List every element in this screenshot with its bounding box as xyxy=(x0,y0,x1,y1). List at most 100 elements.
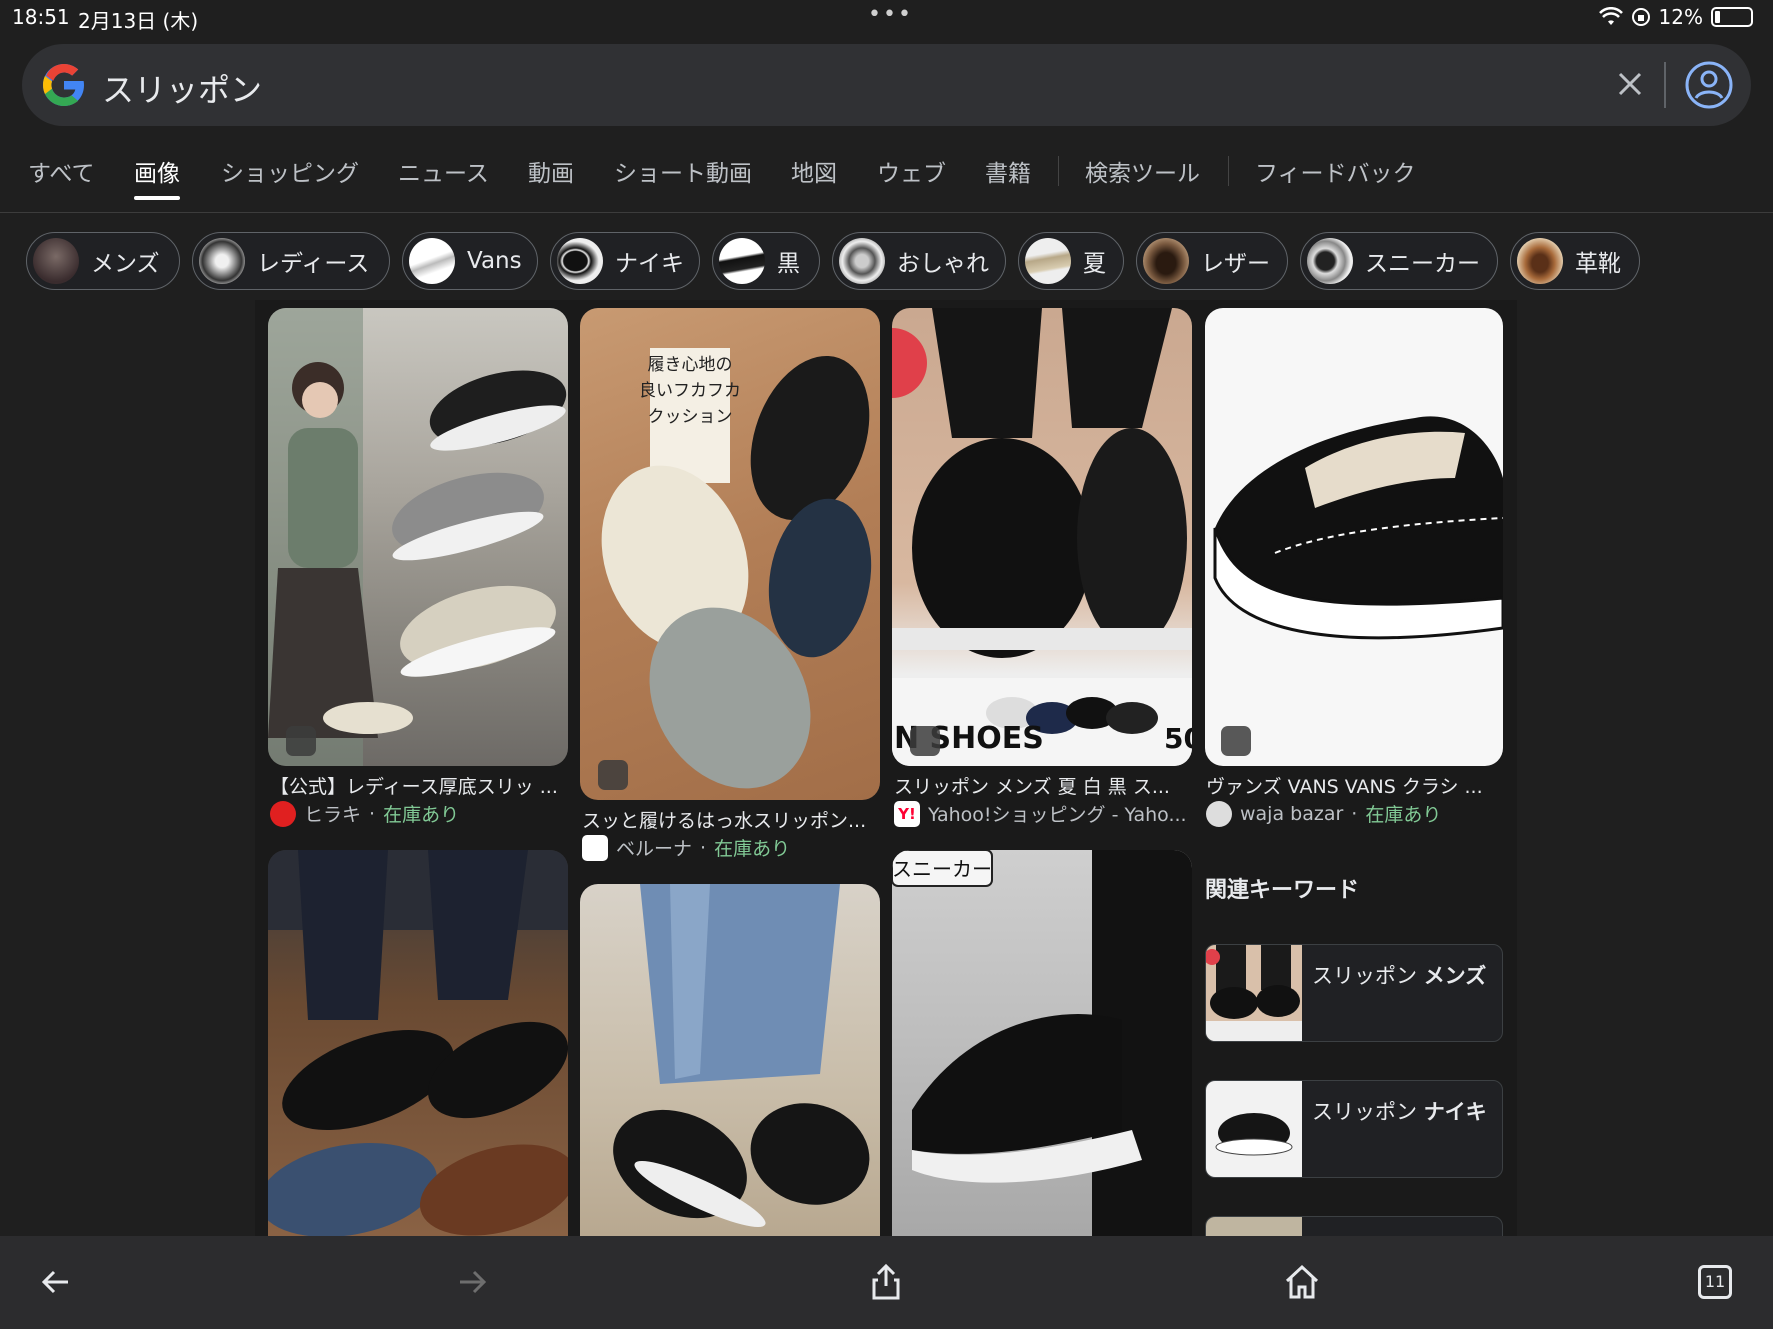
chip-thumbnail xyxy=(719,238,765,284)
related-thumbnail xyxy=(1206,945,1302,1041)
result-image[interactable] xyxy=(1205,308,1503,766)
chip-label: 黒 xyxy=(777,251,800,277)
result-image[interactable] xyxy=(268,850,568,1236)
tab-maps[interactable]: 地図 xyxy=(791,154,837,188)
related-thumbnail xyxy=(1206,1217,1302,1236)
shoe-photo-illustration xyxy=(268,308,567,766)
result-image[interactable]: スニーカー xyxy=(892,850,1192,1236)
tabs-border xyxy=(0,212,1773,213)
chip-summer[interactable]: 夏 xyxy=(1018,232,1124,290)
tab-books[interactable]: 書籍 xyxy=(985,154,1031,188)
chip-label: メンズ xyxy=(91,251,160,277)
overlay-text: クッション xyxy=(648,407,733,427)
chip-ladies[interactable]: レディース xyxy=(192,232,390,290)
tag-icon xyxy=(286,726,316,756)
related-prefix: スリッポン xyxy=(1312,1100,1424,1124)
search-tabs: すべて 画像 ショッピング ニュース 動画 ショート動画 地図 ウェブ 書籍 検… xyxy=(0,150,1773,212)
hiraki-favicon-icon xyxy=(270,800,296,827)
chip-thumbnail xyxy=(409,238,455,284)
status-date: 2月13日 (木) xyxy=(78,9,199,33)
shoe-photo-illustration: N SHOES 50 xyxy=(892,308,1192,766)
related-keyword-card[interactable]: スリッポン ナイキ xyxy=(1205,1080,1503,1178)
stock-status: 在庫あり xyxy=(1365,804,1442,826)
battery-icon xyxy=(1711,7,1753,27)
tab-search-tools[interactable]: 検索ツール xyxy=(1085,154,1200,188)
result-image[interactable]: N SHOES 50 xyxy=(892,308,1192,766)
stock-status: 在庫あり xyxy=(383,804,460,826)
related-bold: メンズ xyxy=(1423,964,1487,988)
tab-videos[interactable]: 動画 xyxy=(528,154,574,188)
tab-images[interactable]: 画像 xyxy=(134,154,180,188)
tab-separator xyxy=(1058,156,1059,186)
active-tab-indicator xyxy=(134,196,180,200)
tab-news[interactable]: ニュース xyxy=(398,154,489,188)
browser-toolbar: 11 xyxy=(0,1236,1773,1329)
related-keyword-card[interactable] xyxy=(1205,1216,1503,1236)
search-divider xyxy=(1664,62,1666,108)
chip-thumbnail xyxy=(1307,238,1353,284)
source-separator: · xyxy=(1351,802,1358,825)
related-prefix: スリッポン xyxy=(1312,964,1424,988)
chip-thumbnail xyxy=(839,238,885,284)
chip-thumbnail xyxy=(199,238,245,284)
result-image[interactable]: 履き心地の 良いフカフカ クッション xyxy=(580,308,880,800)
chip-leather[interactable]: レザー xyxy=(1136,232,1288,290)
status-indicators: 12% xyxy=(1598,5,1753,29)
chip-thumbnail xyxy=(1025,238,1071,284)
related-bold: ナイキ xyxy=(1423,1100,1487,1124)
chip-black[interactable]: 黒 xyxy=(712,232,820,290)
tab-all[interactable]: すべて xyxy=(28,154,94,188)
chip-label: レディース xyxy=(257,251,370,277)
close-icon[interactable] xyxy=(1610,64,1650,104)
result-title[interactable]: スリッポン メンズ 夏 白 黒 ス... xyxy=(894,772,1194,799)
chip-label: 夏 xyxy=(1083,251,1106,277)
google-logo-icon xyxy=(43,64,84,106)
overlay-text: 50 xyxy=(1164,722,1192,755)
result-title[interactable]: ヴァンズ VANS VANS クラシ ... xyxy=(1206,772,1506,799)
chip-label: スニーカー xyxy=(1365,251,1480,277)
result-source[interactable]: waja bazar · 在庫あり xyxy=(1206,800,1516,827)
result-image[interactable] xyxy=(268,308,568,766)
overlay-text: 良いフカフカ xyxy=(639,381,741,401)
result-source[interactable]: ベルーナ · 在庫あり xyxy=(582,834,892,861)
tab-feedback[interactable]: フィードバック xyxy=(1255,154,1416,188)
chip-label: 革靴 xyxy=(1575,251,1621,277)
multitasking-dots-icon[interactable]: ••• xyxy=(868,2,913,27)
stock-status: 在庫あり xyxy=(714,838,791,860)
chip-mens[interactable]: メンズ xyxy=(26,232,180,290)
result-source[interactable]: Y! Yahoo!ショッピング - Yaho... xyxy=(894,800,1204,827)
chip-leather-shoes[interactable]: 革靴 xyxy=(1510,232,1640,290)
result-image[interactable] xyxy=(580,884,880,1236)
share-icon[interactable] xyxy=(866,1262,906,1302)
source-name: ヒラキ xyxy=(304,804,362,826)
related-keyword-label: スリッポン メンズ xyxy=(1312,963,1492,989)
tab-short-videos[interactable]: ショート動画 xyxy=(614,154,752,188)
result-title[interactable]: 【公式】レディース厚底スリッ ... xyxy=(270,772,570,799)
tab-count-icon[interactable]: 11 xyxy=(1698,1265,1732,1299)
forward-arrow-icon[interactable] xyxy=(452,1262,492,1302)
home-icon[interactable] xyxy=(1282,1262,1322,1302)
related-keyword-card[interactable]: スリッポン メンズ xyxy=(1205,944,1503,1042)
result-title[interactable]: スッと履けるはっ水スリッポン... xyxy=(582,806,882,833)
source-separator: · xyxy=(369,802,376,825)
account-icon[interactable] xyxy=(1682,58,1736,112)
shoe-photo-illustration: 履き心地の 良いフカフカ クッション xyxy=(601,348,872,789)
shoe-photo-illustration xyxy=(613,884,870,1227)
result-source[interactable]: ヒラキ · 在庫あり xyxy=(270,800,580,827)
search-bar[interactable]: スリッポン xyxy=(22,44,1751,126)
tab-shopping[interactable]: ショッピング xyxy=(221,154,359,188)
chip-nike[interactable]: ナイキ xyxy=(550,232,700,290)
shoe-photo-illustration xyxy=(1213,416,1503,640)
chip-sneaker[interactable]: スニーカー xyxy=(1300,232,1498,290)
overlay-text: 履き心地の xyxy=(648,355,733,375)
shoe-photo-illustration xyxy=(268,850,568,1236)
back-arrow-icon[interactable] xyxy=(36,1262,76,1302)
tag-icon xyxy=(910,726,940,756)
chip-stylish[interactable]: おしゃれ xyxy=(832,232,1006,290)
source-name: ベルーナ xyxy=(616,838,693,860)
chip-vans[interactable]: Vans xyxy=(402,232,538,290)
chip-label: おしゃれ xyxy=(897,251,989,277)
search-input[interactable]: スリッポン xyxy=(102,65,262,111)
tab-web[interactable]: ウェブ xyxy=(877,154,946,188)
tab-separator xyxy=(1228,156,1229,186)
